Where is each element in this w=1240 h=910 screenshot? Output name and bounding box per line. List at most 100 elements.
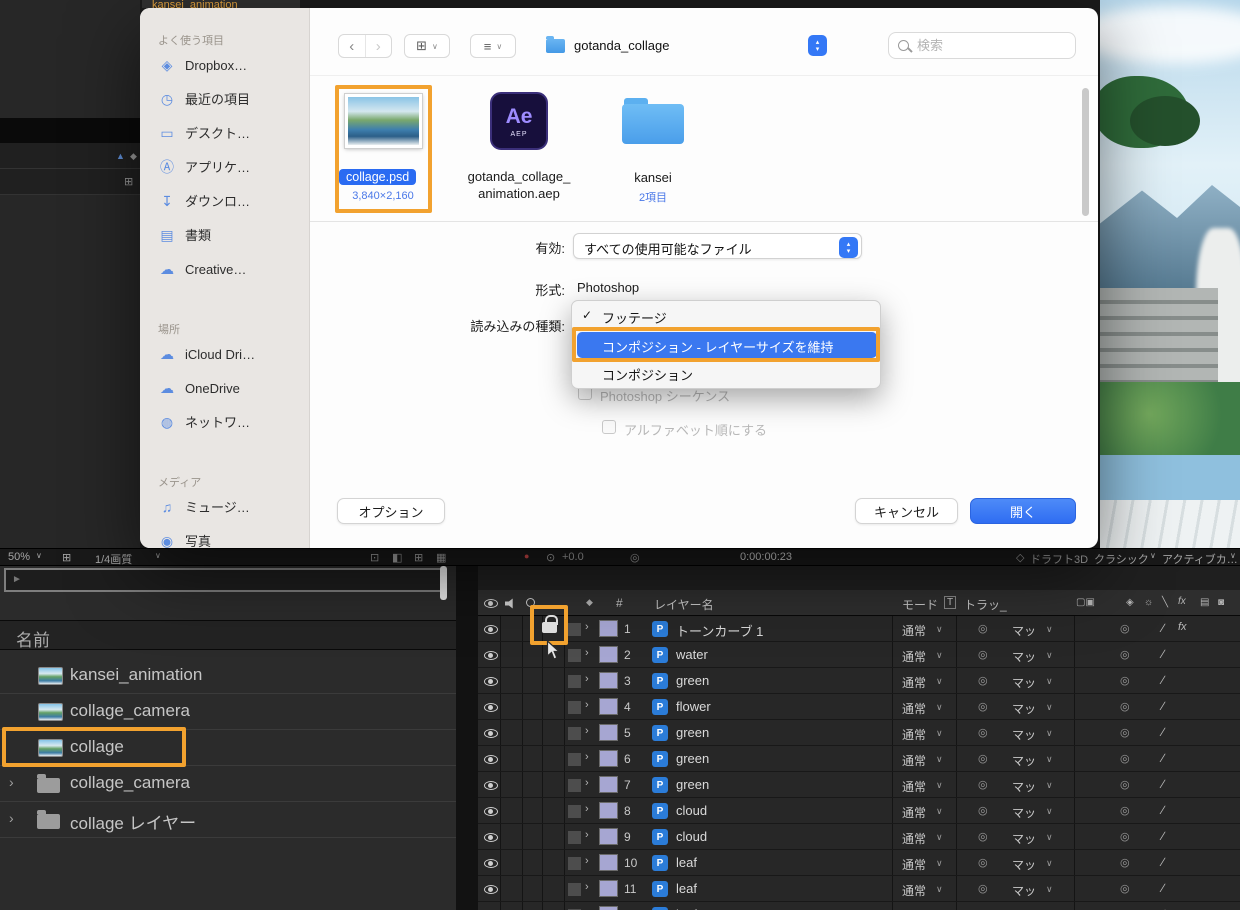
track-matte-pickwhip-icon[interactable]: ◎ bbox=[978, 778, 988, 791]
layer-name[interactable]: water bbox=[676, 647, 708, 662]
label-color-chip[interactable] bbox=[599, 854, 618, 871]
channel-icon[interactable]: ● bbox=[524, 551, 529, 561]
track-matte-select[interactable]: マッ bbox=[1012, 882, 1036, 899]
blend-mode-select[interactable]: 通常 bbox=[902, 726, 926, 743]
layer-name[interactable]: cloud bbox=[676, 829, 707, 844]
disclosure-icon[interactable]: › bbox=[9, 810, 14, 826]
label-color-chip[interactable] bbox=[599, 698, 618, 715]
timeline-layer-row[interactable]: › 10 P leaf 通常 ∨ ◎ マッ ∨ ◎ ∕ bbox=[478, 850, 1240, 876]
options-button[interactable]: オプション bbox=[337, 498, 445, 524]
sidebar-item[interactable]: ♫ ミュージ… bbox=[140, 499, 309, 533]
timeline-layer-row[interactable]: › 8 P cloud 通常 ∨ ◎ マッ ∨ ◎ ∕ bbox=[478, 798, 1240, 824]
sort-asc-icon[interactable]: ▲ bbox=[116, 151, 125, 161]
blend-mode-select[interactable]: 通常 bbox=[902, 752, 926, 769]
parent-pickwhip-icon[interactable]: ◎ bbox=[1120, 726, 1130, 739]
layer-name[interactable]: トーンカーブ 1 bbox=[676, 621, 763, 640]
label-color-chip[interactable] bbox=[599, 750, 618, 767]
search-input[interactable] bbox=[917, 38, 1047, 53]
layer-name[interactable]: leaf bbox=[676, 881, 697, 896]
track-matte-pickwhip-icon[interactable]: ◎ bbox=[978, 700, 988, 713]
sidebar-item[interactable]: ▭ デスクト… bbox=[140, 125, 309, 159]
project-item-row[interactable]: › kansei_animation bbox=[0, 658, 456, 694]
file-folder-icon[interactable] bbox=[622, 98, 684, 144]
sidebar-item[interactable]: ◷ 最近の項目 bbox=[140, 91, 309, 125]
switch-cell[interactable] bbox=[568, 675, 581, 688]
label-color-chip[interactable] bbox=[599, 880, 618, 897]
blend-mode-select[interactable]: 通常 bbox=[902, 674, 926, 691]
file-psd-name[interactable]: collage.psd bbox=[339, 169, 417, 185]
layer-name[interactable]: flower bbox=[676, 699, 711, 714]
menu-item-footage[interactable]: フッテージ bbox=[602, 308, 667, 327]
track-matte-pickwhip-icon[interactable]: ◎ bbox=[978, 804, 988, 817]
adjustment-layer-icon[interactable]: ▤ bbox=[1200, 597, 1209, 608]
timeline-layer-row[interactable]: › 1 P トーンカーブ 1 通常 ∨ ◎ マッ ∨ ◎ ∕ fx bbox=[478, 616, 1240, 642]
project-filter-field[interactable]: ► bbox=[4, 568, 442, 592]
label-color-chip[interactable] bbox=[599, 620, 618, 637]
eye-icon[interactable] bbox=[484, 677, 498, 686]
eye-icon[interactable] bbox=[484, 807, 498, 816]
sidebar-item[interactable]: ↧ ダウンロ… bbox=[140, 193, 309, 227]
track-matte-select[interactable]: マッ bbox=[1012, 830, 1036, 847]
track-matte-select[interactable]: マッ bbox=[1012, 778, 1036, 795]
sidebar-item[interactable]: ◈ Dropbox… bbox=[140, 57, 309, 91]
project-item-row[interactable]: › collage_camera bbox=[0, 694, 456, 730]
layer-name[interactable]: green bbox=[676, 777, 709, 792]
blend-mode-select[interactable]: 通常 bbox=[902, 882, 926, 899]
track-matte-pickwhip-icon[interactable]: ◎ bbox=[978, 830, 988, 843]
track-matte-select[interactable]: マッ bbox=[1012, 622, 1036, 639]
snapshot-camera-icon[interactable]: ◎ bbox=[630, 551, 640, 564]
track-column-header[interactable]: トラッ_ bbox=[964, 596, 1007, 613]
layer-name[interactable]: green bbox=[676, 751, 709, 766]
file-folder-name[interactable]: kansei bbox=[592, 170, 714, 185]
open-button[interactable]: 開く bbox=[970, 498, 1076, 524]
frame-blend-icon[interactable]: ☼ bbox=[1144, 597, 1153, 608]
disclosure-icon[interactable]: › bbox=[9, 774, 14, 790]
switch-cell[interactable] bbox=[568, 883, 581, 896]
threed-layer-icon[interactable]: ◙ bbox=[1218, 597, 1224, 608]
file-aep-icon[interactable]: Ae AEP bbox=[490, 92, 548, 150]
track-matte-t-icon[interactable]: T bbox=[944, 596, 957, 609]
motion-blur-icon[interactable]: ╲ bbox=[1162, 597, 1168, 608]
project-name-header[interactable]: 名前 bbox=[0, 620, 456, 650]
parent-pickwhip-icon[interactable]: ◎ bbox=[1120, 648, 1130, 661]
track-matte-select[interactable]: マッ bbox=[1012, 856, 1036, 873]
exposure-icon[interactable]: ⊙ bbox=[546, 551, 555, 564]
disclosure-icon[interactable]: › bbox=[585, 881, 589, 893]
file-aep-name[interactable]: gotanda_collage_ animation.aep bbox=[458, 168, 580, 202]
eye-icon[interactable] bbox=[484, 703, 498, 712]
eye-icon[interactable] bbox=[484, 859, 498, 868]
timeline-layer-row[interactable]: › 2 P water 通常 ∨ ◎ マッ ∨ ◎ ∕ bbox=[478, 642, 1240, 668]
track-matte-pickwhip-icon[interactable]: ◎ bbox=[978, 674, 988, 687]
list-view-button[interactable]: ≡ ∨ bbox=[470, 34, 516, 58]
track-matte-select[interactable]: マッ bbox=[1012, 804, 1036, 821]
layer-name[interactable]: green bbox=[676, 725, 709, 740]
disclosure-icon[interactable]: › bbox=[585, 777, 589, 789]
switch-cell[interactable] bbox=[568, 623, 581, 636]
switch-cell[interactable] bbox=[568, 831, 581, 844]
forward-button[interactable]: › bbox=[364, 35, 392, 57]
blend-mode-select[interactable]: 通常 bbox=[902, 700, 926, 717]
audio-column-icon[interactable] bbox=[505, 598, 513, 609]
parent-pickwhip-icon[interactable]: ◎ bbox=[1120, 856, 1130, 869]
disclosure-icon[interactable]: › bbox=[585, 699, 589, 711]
blend-mode-select[interactable]: 通常 bbox=[902, 622, 926, 639]
alphabetical-checkbox[interactable] bbox=[602, 420, 616, 434]
label-color-chip[interactable] bbox=[599, 802, 618, 819]
timeline-layer-row[interactable]: › 3 P green 通常 ∨ ◎ マッ ∨ ◎ ∕ bbox=[478, 668, 1240, 694]
effects-icon[interactable]: fx bbox=[1178, 596, 1186, 607]
resolution-select[interactable]: 1/4画質 bbox=[95, 551, 132, 567]
sidebar-item[interactable]: Ⓐ アプリケ… bbox=[140, 159, 309, 193]
sidebar-item[interactable]: ☁ Creative… bbox=[140, 261, 309, 295]
eye-icon[interactable] bbox=[484, 625, 498, 634]
label-color-chip[interactable] bbox=[599, 724, 618, 741]
disclosure-icon[interactable]: › bbox=[585, 725, 589, 737]
blend-mode-select[interactable]: 通常 bbox=[902, 856, 926, 873]
track-matte-pickwhip-icon[interactable]: ◎ bbox=[978, 648, 988, 661]
location-popup[interactable]: gotanda_collage ▴ ▾ bbox=[538, 32, 830, 59]
track-matte-pickwhip-icon[interactable]: ◎ bbox=[978, 752, 988, 765]
layer-name[interactable]: green bbox=[676, 673, 709, 688]
track-matte-select[interactable]: マッ bbox=[1012, 648, 1036, 665]
eye-icon[interactable] bbox=[484, 651, 498, 660]
disclosure-icon[interactable]: › bbox=[585, 751, 589, 763]
draft-select[interactable]: クラシック bbox=[1094, 551, 1149, 567]
